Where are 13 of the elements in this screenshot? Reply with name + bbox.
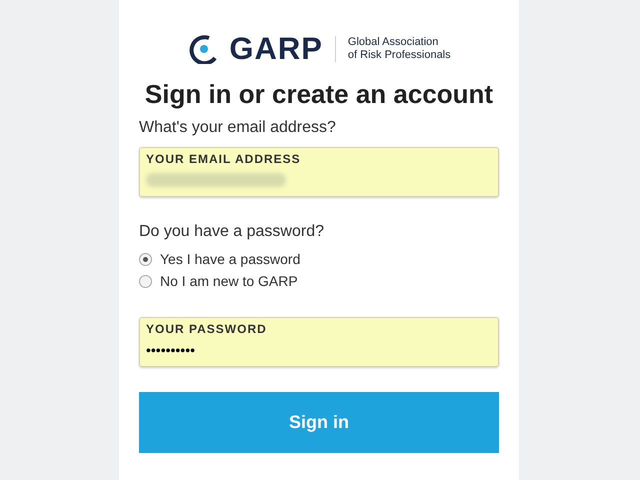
logo-tagline: Global Association — [348, 36, 440, 48]
password-value: •••••••••• — [146, 342, 196, 358]
logo-text: GARP — [229, 33, 323, 64]
field-label: YOUR PASSWORD — [146, 322, 268, 337]
radio-option[interactable]: Yes I have a password — [139, 250, 499, 268]
logo-tagline: of Risk Professionals — [348, 48, 451, 62]
radio-option[interactable]: No I am new to GARP — [139, 272, 499, 290]
field-label: YOUR EMAIL ADDRESS — [146, 152, 302, 167]
password-field[interactable]: YOUR PASSWORD •••••••••• — [139, 317, 499, 367]
email-question: What's your email address? — [139, 118, 337, 138]
email-field[interactable]: YOUR EMAIL ADDRESS — [139, 147, 499, 197]
password-question: Do you have a password? — [139, 222, 325, 242]
page-heading: Sign in or create an account — [144, 78, 494, 110]
